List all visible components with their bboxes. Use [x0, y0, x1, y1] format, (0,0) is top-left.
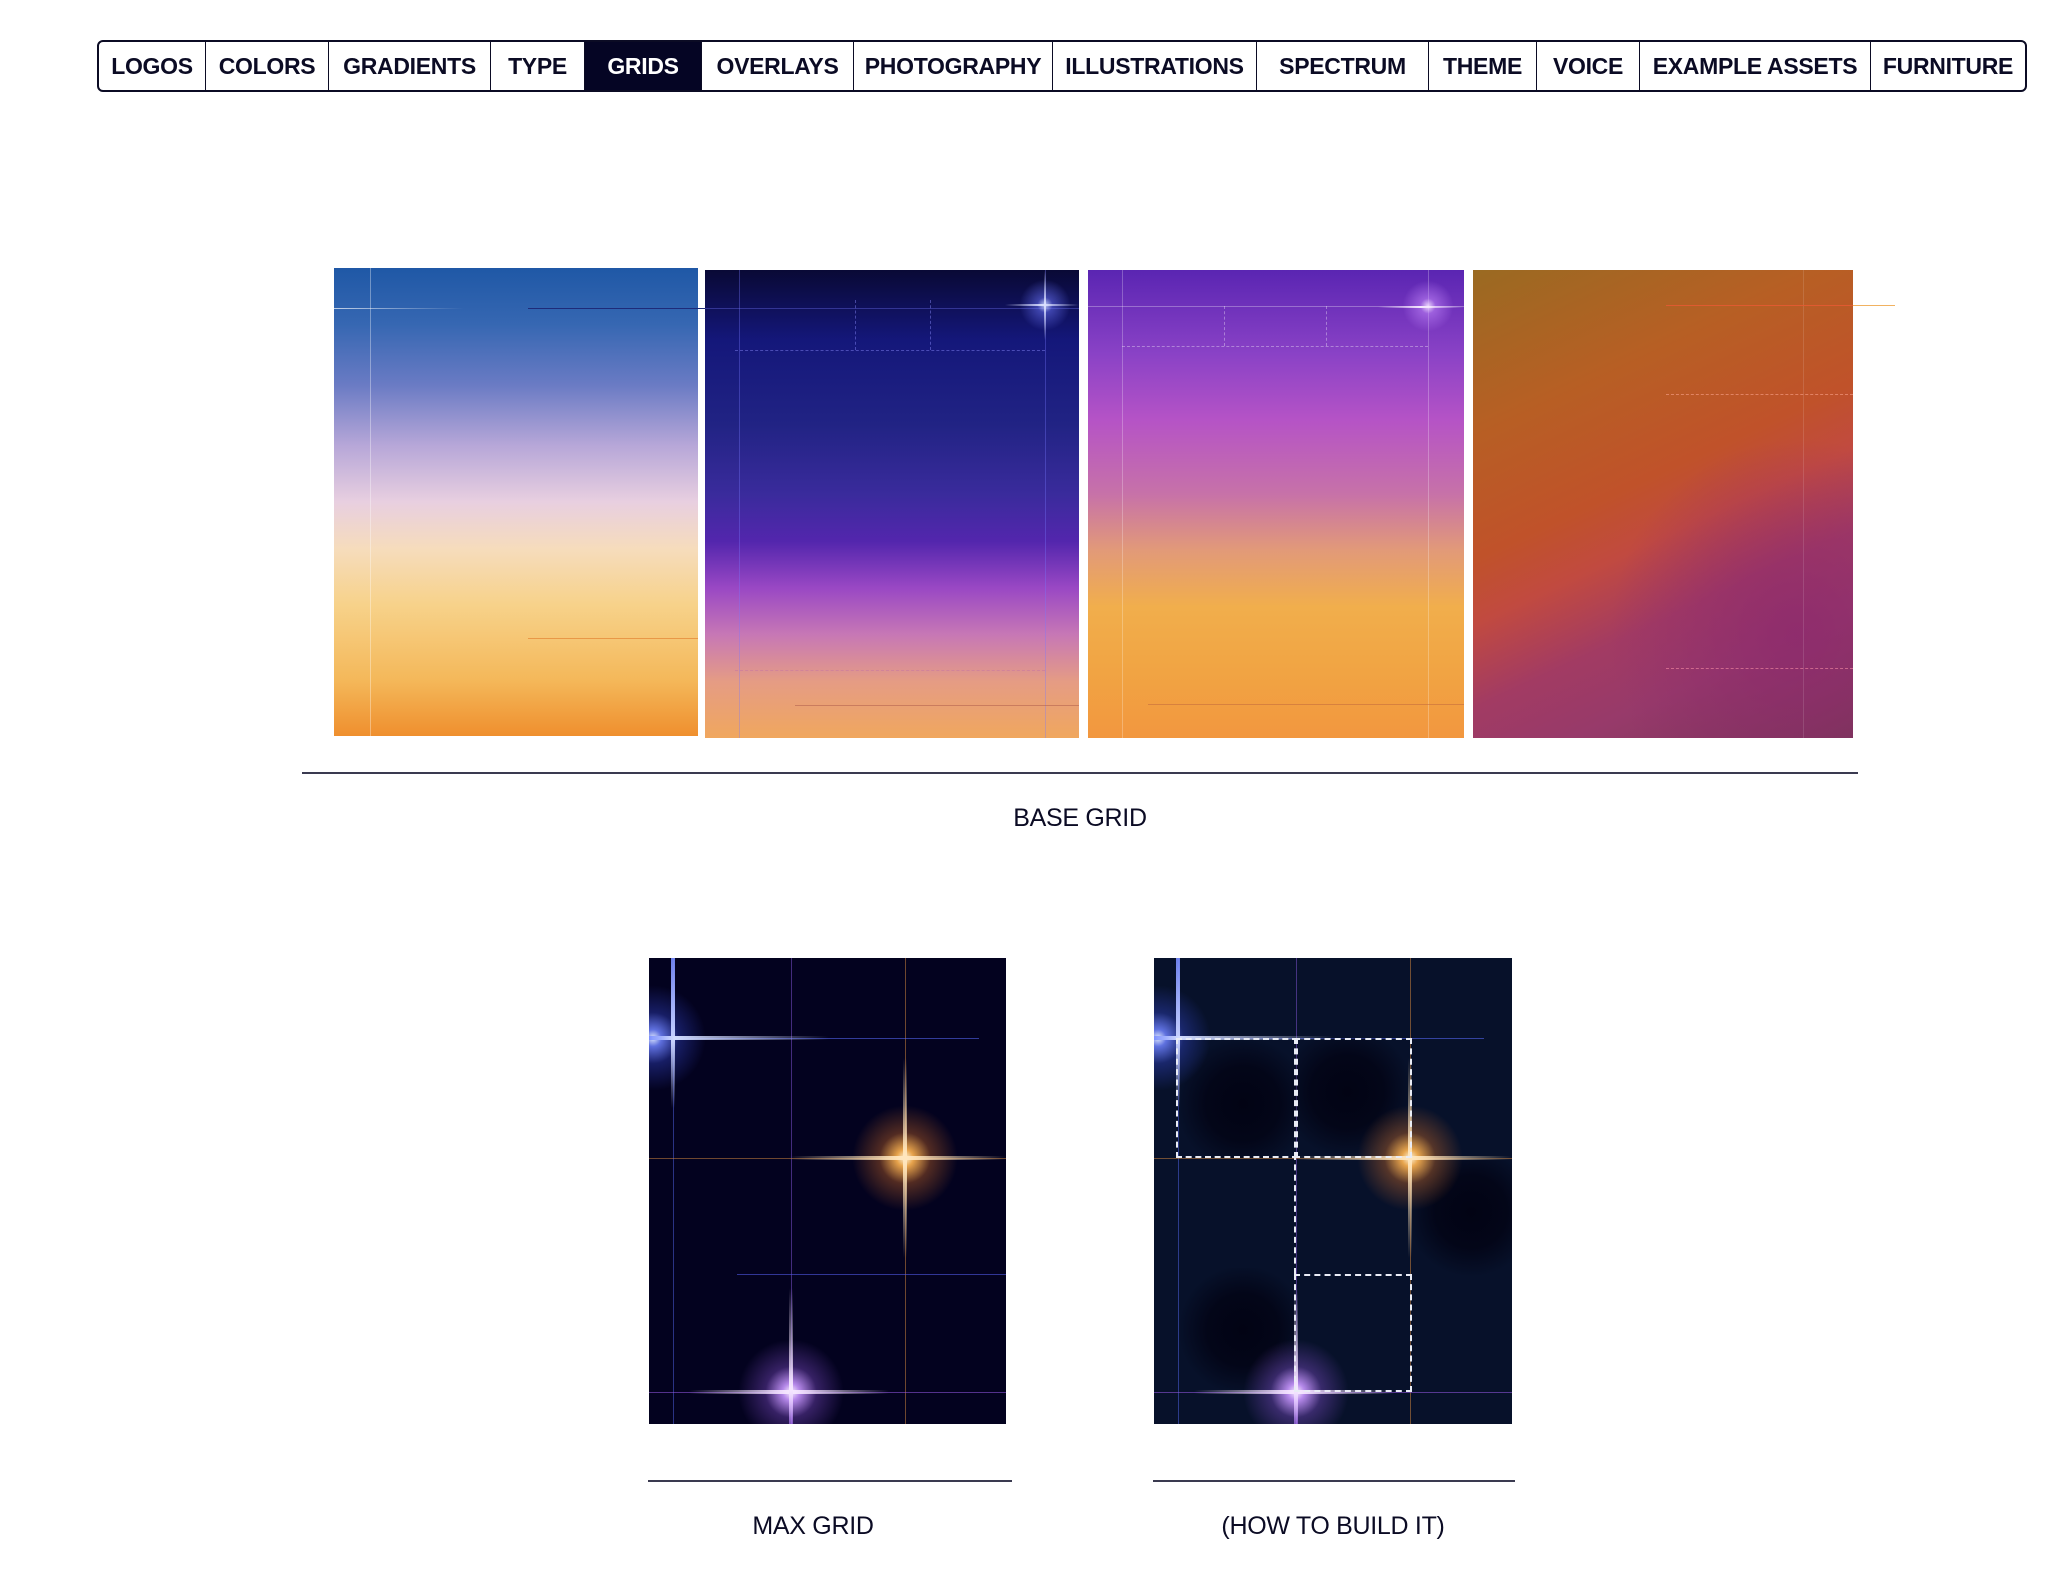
how-to-build-caption: (HOW TO BUILD IT) [1221, 1512, 1445, 1540]
violet-sparkle-flare [1194, 1390, 1394, 1394]
violet-sparkle-glow [1236, 1332, 1356, 1424]
grid-line [1122, 270, 1123, 738]
grid-line [1666, 305, 1853, 306]
blue-sparkle-flare [1154, 1036, 1334, 1040]
blue-sparkle-flare [671, 958, 675, 1108]
grid-line [649, 1038, 979, 1039]
grid-line [649, 1392, 1006, 1393]
violet-sparkle-flare [789, 1288, 793, 1424]
construction-box [1176, 1038, 1298, 1158]
nav-item-theme[interactable]: THEME [1429, 42, 1537, 90]
max-grid-panel [649, 958, 1006, 1424]
sparkle-glow [1398, 276, 1458, 336]
violet-sparkle-flare [1294, 1288, 1298, 1424]
nav-item-voice[interactable]: VOICE [1537, 42, 1640, 90]
grid-line [528, 308, 698, 309]
grid-line [1410, 958, 1411, 1424]
grid-line [1224, 306, 1225, 346]
grid-line [791, 958, 792, 1424]
orange-sparkle-flare [789, 1156, 1006, 1160]
grid-line [1088, 306, 1464, 307]
construction-box [1294, 1038, 1412, 1158]
grid-line [1178, 958, 1179, 1424]
blue-sparkle-flare [1176, 958, 1180, 1108]
nav-item-logos[interactable]: LOGOS [99, 42, 206, 90]
grid-line [1154, 1038, 1484, 1039]
base-grid-panel-2 [705, 270, 1079, 738]
grid-line [930, 300, 931, 350]
grid-line [673, 958, 674, 1424]
shadow-circle [1178, 1268, 1296, 1392]
sparkle-flare [1378, 306, 1464, 308]
grid-line [1326, 306, 1327, 346]
nav-item-furniture[interactable]: FURNITURE [1871, 42, 2025, 90]
grid-line [1666, 668, 1853, 669]
grid-line [370, 268, 371, 736]
how-to-build-panel [1154, 958, 1512, 1424]
shadow-circle [1296, 1038, 1410, 1158]
blue-sparkle-glow [1154, 978, 1218, 1098]
grid-line [1122, 346, 1428, 347]
base-grid-panel-1 [334, 268, 698, 736]
grid-line [1154, 1392, 1512, 1393]
violet-sparkle-flare [689, 1390, 889, 1394]
grid-line [1154, 1158, 1512, 1159]
max-grid-caption: MAX GRID [752, 1512, 874, 1540]
page: LOGOS COLORS GRADIENTS TYPE GRIDS OVERLA… [0, 0, 2060, 1582]
base-grid-panel-4 [1473, 270, 1853, 738]
nav-item-colors[interactable]: COLORS [206, 42, 329, 90]
grid-line [649, 1158, 1006, 1159]
nav-item-spectrum[interactable]: SPECTRUM [1257, 42, 1429, 90]
nav-item-overlays[interactable]: OVERLAYS [702, 42, 854, 90]
nav-item-illustrations[interactable]: ILLUSTRATIONS [1053, 42, 1257, 90]
sparkle-glow [1015, 275, 1075, 335]
divider-rule [1153, 1480, 1515, 1482]
orange-sparkle-flare [903, 1058, 907, 1258]
grid-line [705, 308, 1079, 309]
divider-rule [302, 772, 1858, 774]
grid-line [735, 350, 1045, 351]
grid-line [1148, 704, 1464, 705]
grid-line [1428, 270, 1429, 738]
blue-sparkle-flare [649, 1036, 829, 1040]
nav-item-example-assets[interactable]: EXAMPLE ASSETS [1640, 42, 1871, 90]
nav-item-photography[interactable]: PHOTOGRAPHY [854, 42, 1053, 90]
grid-line [737, 1274, 1006, 1275]
grid-line [795, 705, 1079, 706]
violet-sparkle-glow [731, 1332, 851, 1424]
nav-item-type[interactable]: TYPE [491, 42, 585, 90]
section-nav: LOGOS COLORS GRADIENTS TYPE GRIDS OVERLA… [97, 40, 2027, 92]
grid-line [739, 270, 740, 738]
grid-line [735, 670, 1045, 671]
nav-item-gradients[interactable]: GRADIENTS [329, 42, 491, 90]
shadow-circle [1410, 1158, 1512, 1278]
grid-line [1666, 394, 1853, 395]
blue-sparkle-glow [649, 978, 713, 1098]
shadow-circle [1178, 1038, 1296, 1158]
base-grid-caption: BASE GRID [1013, 804, 1147, 832]
grid-line [1803, 270, 1804, 738]
construction-line [1294, 1154, 1298, 1274]
orange-sparkle-glow [1350, 1098, 1470, 1218]
construction-box [1294, 1274, 1412, 1392]
grid-line [905, 958, 906, 1424]
orange-sparkle-flare [1408, 1058, 1412, 1258]
grid-line [1296, 958, 1297, 1424]
orange-sparkle-flare [1294, 1156, 1512, 1160]
divider-rule [648, 1480, 1012, 1482]
grid-line [528, 638, 698, 639]
grid-line [855, 300, 856, 350]
sparkle-flare [1005, 304, 1079, 306]
nav-item-grids[interactable]: GRIDS [585, 42, 702, 90]
base-grid-panel-3 [1088, 270, 1464, 738]
grid-line [1853, 305, 1895, 306]
orange-sparkle-glow [845, 1098, 965, 1218]
sparkle-flare [1044, 270, 1046, 340]
grid-line [334, 308, 464, 309]
grid-line [1045, 270, 1046, 738]
